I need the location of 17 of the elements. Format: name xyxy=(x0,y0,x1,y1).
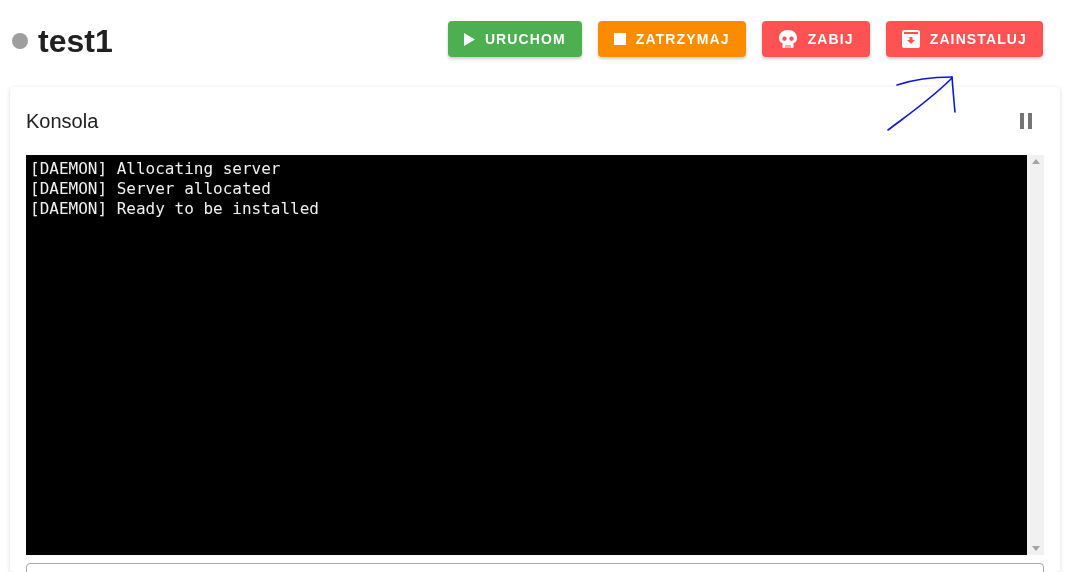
console-line: [DAEMON] Server allocated xyxy=(30,179,272,199)
action-button[interactable]: URUCHOM xyxy=(447,21,582,57)
action-button[interactable]: ZABIJ xyxy=(761,21,870,57)
action-button[interactable]: ZAINSTALUJ xyxy=(885,21,1043,57)
action-button[interactable]: ZATRZYMAJ xyxy=(597,21,746,57)
play-icon xyxy=(463,32,475,46)
console-line: [DAEMON] Allocating server xyxy=(30,159,282,179)
scrollbar[interactable] xyxy=(1027,155,1044,555)
scroll-down-icon[interactable] xyxy=(1031,546,1040,551)
card-title: Konsola xyxy=(26,109,99,134)
stop-icon xyxy=(613,33,626,45)
skull-icon xyxy=(777,29,798,49)
console-line: [DAEMON] Ready to be installed xyxy=(30,199,320,219)
scroll-up-icon[interactable] xyxy=(1031,159,1040,164)
server-title: test1 xyxy=(38,25,113,57)
pause-icon[interactable] xyxy=(1020,113,1032,129)
archive-icon xyxy=(901,30,920,48)
